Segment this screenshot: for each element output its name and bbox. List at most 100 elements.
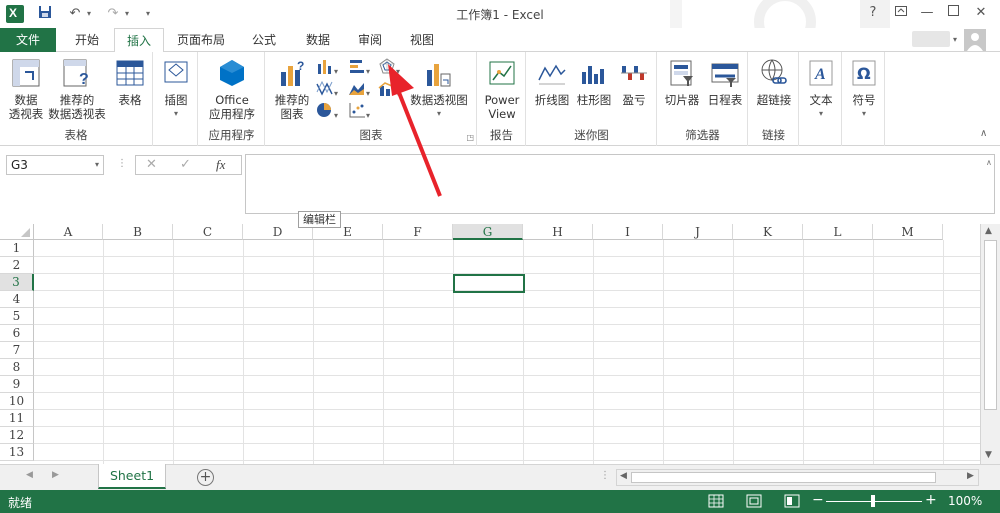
select-all-corner[interactable] [0, 224, 34, 240]
column-header[interactable]: I [593, 224, 663, 240]
text-button[interactable]: A 文本 ▾ [803, 58, 839, 121]
name-box-dropdown-icon[interactable]: ▾ [95, 156, 99, 174]
office-apps-button[interactable]: Office 应用程序 [201, 58, 263, 121]
user-dropdown-icon[interactable]: ▾ [953, 35, 957, 44]
page-layout-view-icon[interactable] [746, 493, 763, 509]
pie-chart-button[interactable]: ▾ [316, 102, 344, 120]
tab-insert[interactable]: 插入 [114, 28, 164, 53]
zoom-slider-thumb[interactable] [871, 495, 875, 507]
recommended-charts-button[interactable]: ? 推荐的 图表 [270, 58, 314, 121]
vertical-scrollbar[interactable]: ▲ ▼ [980, 224, 1000, 464]
column-header[interactable]: A [34, 224, 103, 240]
expand-formula-bar-icon[interactable]: ∧ [986, 158, 992, 167]
recommended-pivot-table-button[interactable]: ? 推荐的 数据透视表 [46, 58, 108, 121]
vertical-scroll-thumb[interactable] [984, 240, 997, 410]
close-button[interactable]: ✕ [970, 4, 992, 22]
tab-file[interactable]: 文件 [0, 28, 56, 52]
group-tables-label: 表格 [64, 128, 88, 142]
column-header[interactable]: C [173, 224, 243, 240]
column-header[interactable]: J [663, 224, 733, 240]
row-header[interactable]: 12 [0, 427, 34, 444]
tab-data[interactable]: 数据 [296, 28, 340, 52]
tab-view[interactable]: 视图 [400, 28, 444, 52]
scatter-chart-button[interactable]: ▾ [348, 102, 376, 120]
column-header[interactable]: H [523, 224, 593, 240]
tab-review[interactable]: 审阅 [348, 28, 392, 52]
sheet-tab[interactable]: Sheet1 [98, 464, 166, 489]
column-header[interactable]: G [453, 224, 523, 240]
row-header[interactable]: 8 [0, 359, 34, 376]
pivot-chart-button[interactable]: 数据透视图 ▾ [406, 58, 472, 121]
bar-chart-button[interactable]: ▾ [348, 58, 376, 76]
symbols-button[interactable]: Ω 符号 ▾ [846, 58, 882, 121]
row-header[interactable]: 11 [0, 410, 34, 427]
column-header[interactable]: M [873, 224, 943, 240]
row-header[interactable]: 4 [0, 291, 34, 308]
row-header[interactable]: 9 [0, 376, 34, 393]
insert-function-button[interactable]: fx [216, 157, 225, 173]
ribbon-display-options-icon[interactable] [890, 4, 912, 22]
row-header[interactable]: 7 [0, 342, 34, 359]
name-box[interactable]: G3 ▾ [6, 155, 104, 175]
sparkline-line-button[interactable]: 折线图 [531, 58, 573, 107]
combo-chart-button[interactable]: ▾ [378, 80, 406, 98]
zoom-level[interactable]: 100% [948, 494, 982, 508]
horizontal-scroll-thumb[interactable] [631, 472, 936, 483]
column-header[interactable]: B [103, 224, 173, 240]
pivot-table-button[interactable]: 数据 透视表 [4, 58, 48, 121]
row-header[interactable]: 10 [0, 393, 34, 410]
collapse-ribbon-icon[interactable]: ∧ [980, 128, 987, 139]
scroll-down-icon[interactable]: ▼ [985, 450, 992, 460]
scroll-up-icon[interactable]: ▲ [985, 226, 992, 236]
radar-chart-button[interactable]: ▾ [378, 58, 406, 76]
worksheet-grid[interactable]: ABCDEFGHIJKLM 1 2 3 4 5 6 7 8 9 10 11 12 13 [0, 224, 1000, 464]
formula-input[interactable] [245, 154, 995, 214]
row-header[interactable]: 3 [0, 274, 34, 291]
formula-bar-grip-icon[interactable]: ⋮ [117, 158, 127, 169]
slicer-button[interactable]: 切片器 [660, 58, 704, 107]
name-box-value: G3 [11, 158, 28, 172]
avatar[interactable] [964, 29, 986, 51]
help-button[interactable]: ? [862, 4, 884, 22]
cancel-icon[interactable]: ✕ [146, 157, 157, 172]
page-break-view-icon[interactable] [784, 493, 801, 509]
hyperlink-button[interactable]: 超链接 [752, 58, 796, 107]
row-header[interactable]: 6 [0, 325, 34, 342]
tab-formulas[interactable]: 公式 [242, 28, 286, 52]
horizontal-scrollbar[interactable]: ◀ ▶ [616, 469, 979, 486]
enter-icon[interactable]: ✓ [180, 157, 191, 172]
user-account[interactable] [912, 31, 950, 47]
zoom-in-button[interactable]: + [925, 492, 937, 508]
column-header[interactable]: L [803, 224, 873, 240]
row-header[interactable]: 5 [0, 308, 34, 325]
row-header[interactable]: 13 [0, 444, 34, 461]
normal-view-icon[interactable] [708, 493, 725, 509]
column-chart-button[interactable]: ▾ [316, 58, 344, 76]
sparkline-column-button[interactable]: 柱形图 [573, 58, 615, 107]
group-symbols: Ω 符号 ▾ [843, 52, 885, 146]
column-header[interactable]: K [733, 224, 803, 240]
tab-split-grip-icon[interactable]: ⋮ [600, 470, 610, 481]
restore-button[interactable] [942, 4, 964, 22]
tab-page-layout[interactable]: 页面布局 [170, 28, 232, 52]
row-header[interactable]: 1 [0, 240, 34, 257]
timeline-button[interactable]: 日程表 [704, 58, 746, 107]
minimize-button[interactable]: — [916, 4, 938, 22]
new-sheet-button[interactable]: + [197, 469, 214, 486]
table-button[interactable]: 表格 [110, 58, 150, 107]
area-chart-button[interactable]: ▾ [348, 80, 376, 98]
column-header[interactable]: F [383, 224, 453, 240]
charts-dialog-launcher-icon[interactable]: ◳ [466, 133, 474, 142]
scroll-right-icon[interactable]: ▶ [967, 471, 974, 481]
scroll-left-icon[interactable]: ◀ [620, 471, 627, 481]
power-view-button[interactable]: Power View [481, 58, 523, 121]
prev-sheet-icon[interactable]: ◀ [26, 470, 33, 480]
next-sheet-icon[interactable]: ▶ [52, 470, 59, 480]
active-cell[interactable] [453, 274, 525, 293]
tab-home[interactable]: 开始 [62, 28, 112, 52]
zoom-out-button[interactable]: − [812, 492, 824, 508]
line-chart-button[interactable]: ▾ [316, 80, 344, 98]
sparkline-winloss-button[interactable]: 盈亏 [615, 58, 653, 107]
row-header[interactable]: 2 [0, 257, 34, 274]
illustrations-button[interactable]: 插图 ▾ [158, 58, 194, 121]
